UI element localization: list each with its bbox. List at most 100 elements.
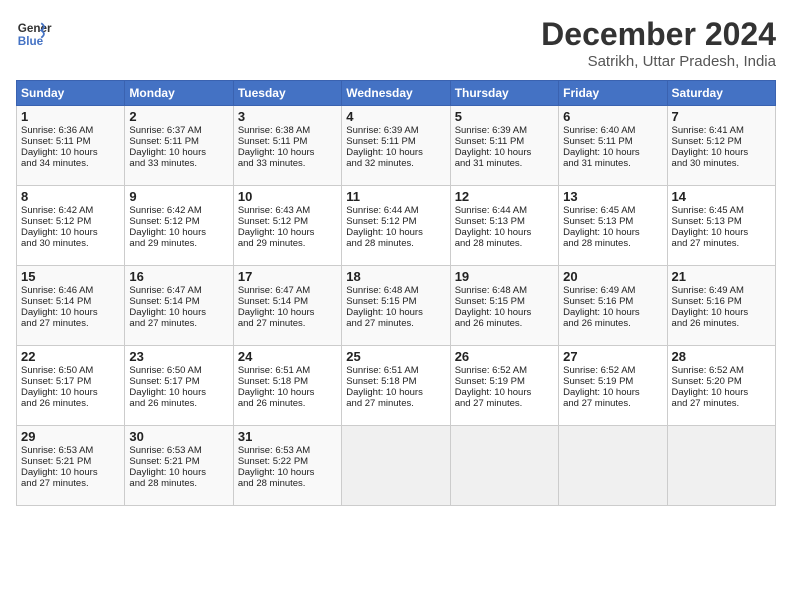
calendar-cell: 23Sunrise: 6:50 AMSunset: 5:17 PMDayligh… — [125, 346, 233, 426]
day-info-line: Sunset: 5:18 PM — [346, 376, 445, 387]
day-info-line: Sunset: 5:18 PM — [238, 376, 337, 387]
calendar-cell: 19Sunrise: 6:48 AMSunset: 5:15 PMDayligh… — [450, 266, 558, 346]
day-info-line: and 29 minutes. — [129, 238, 228, 249]
calendar-cell: 26Sunrise: 6:52 AMSunset: 5:19 PMDayligh… — [450, 346, 558, 426]
day-info-line: Daylight: 10 hours — [455, 387, 554, 398]
day-number: 29 — [21, 429, 120, 444]
day-number: 17 — [238, 269, 337, 284]
day-info-line: Sunrise: 6:53 AM — [129, 445, 228, 456]
day-info-line: Sunrise: 6:42 AM — [129, 205, 228, 216]
day-info-line: Sunset: 5:13 PM — [563, 216, 662, 227]
day-info-line: Daylight: 10 hours — [21, 387, 120, 398]
calendar-cell: 27Sunrise: 6:52 AMSunset: 5:19 PMDayligh… — [559, 346, 667, 426]
day-info-line: and 26 minutes. — [129, 398, 228, 409]
day-info-line: Daylight: 10 hours — [21, 467, 120, 478]
day-info-line: Daylight: 10 hours — [672, 387, 771, 398]
day-info-line: Sunrise: 6:45 AM — [672, 205, 771, 216]
day-info-line: Sunset: 5:11 PM — [563, 136, 662, 147]
day-info-line: Sunrise: 6:49 AM — [672, 285, 771, 296]
day-info-line: Sunrise: 6:48 AM — [346, 285, 445, 296]
day-info-line: Sunrise: 6:47 AM — [238, 285, 337, 296]
day-info-line: Sunset: 5:11 PM — [129, 136, 228, 147]
day-info-line: Sunrise: 6:52 AM — [455, 365, 554, 376]
day-number: 28 — [672, 349, 771, 364]
day-info-line: Sunrise: 6:40 AM — [563, 125, 662, 136]
day-info-line: Sunrise: 6:36 AM — [21, 125, 120, 136]
day-info-line: Sunrise: 6:46 AM — [21, 285, 120, 296]
header: General Blue December 2024 Satrikh, Utta… — [16, 16, 776, 70]
calendar-cell: 8Sunrise: 6:42 AMSunset: 5:12 PMDaylight… — [17, 186, 125, 266]
day-info-line: Sunset: 5:15 PM — [455, 296, 554, 307]
day-number: 25 — [346, 349, 445, 364]
day-info-line: and 27 minutes. — [672, 238, 771, 249]
day-number: 27 — [563, 349, 662, 364]
day-info-line: Sunset: 5:17 PM — [21, 376, 120, 387]
header-cell-monday: Monday — [125, 81, 233, 106]
week-row-5: 29Sunrise: 6:53 AMSunset: 5:21 PMDayligh… — [17, 426, 776, 506]
title-area: December 2024 Satrikh, Uttar Pradesh, In… — [541, 16, 776, 70]
calendar-cell: 6Sunrise: 6:40 AMSunset: 5:11 PMDaylight… — [559, 106, 667, 186]
calendar-cell: 25Sunrise: 6:51 AMSunset: 5:18 PMDayligh… — [342, 346, 450, 426]
day-number: 3 — [238, 109, 337, 124]
day-number: 15 — [21, 269, 120, 284]
day-info-line: and 31 minutes. — [455, 158, 554, 169]
day-info-line: Sunset: 5:11 PM — [346, 136, 445, 147]
day-info-line: Sunset: 5:16 PM — [563, 296, 662, 307]
day-info-line: Sunset: 5:11 PM — [455, 136, 554, 147]
day-info-line: Daylight: 10 hours — [21, 227, 120, 238]
day-info-line: Daylight: 10 hours — [129, 387, 228, 398]
day-info-line: and 26 minutes. — [21, 398, 120, 409]
day-info-line: Sunrise: 6:48 AM — [455, 285, 554, 296]
day-info-line: Daylight: 10 hours — [455, 147, 554, 158]
day-info-line: and 26 minutes. — [238, 398, 337, 409]
day-info-line: Sunrise: 6:47 AM — [129, 285, 228, 296]
header-cell-thursday: Thursday — [450, 81, 558, 106]
day-info-line: Daylight: 10 hours — [129, 227, 228, 238]
day-info-line: Daylight: 10 hours — [672, 307, 771, 318]
calendar-subtitle: Satrikh, Uttar Pradesh, India — [541, 53, 776, 70]
day-number: 4 — [346, 109, 445, 124]
week-row-4: 22Sunrise: 6:50 AMSunset: 5:17 PMDayligh… — [17, 346, 776, 426]
day-info-line: and 31 minutes. — [563, 158, 662, 169]
day-info-line: Sunset: 5:12 PM — [21, 216, 120, 227]
day-info-line: Sunrise: 6:41 AM — [672, 125, 771, 136]
day-info-line: and 28 minutes. — [129, 478, 228, 489]
day-info-line: Sunrise: 6:44 AM — [346, 205, 445, 216]
week-row-1: 1Sunrise: 6:36 AMSunset: 5:11 PMDaylight… — [17, 106, 776, 186]
calendar-cell: 10Sunrise: 6:43 AMSunset: 5:12 PMDayligh… — [233, 186, 341, 266]
calendar-cell — [342, 426, 450, 506]
day-info-line: Sunset: 5:12 PM — [672, 136, 771, 147]
day-info-line: Daylight: 10 hours — [238, 467, 337, 478]
day-info-line: Daylight: 10 hours — [563, 227, 662, 238]
day-info-line: and 26 minutes. — [563, 318, 662, 329]
day-info-line: and 27 minutes. — [21, 478, 120, 489]
header-cell-friday: Friday — [559, 81, 667, 106]
day-number: 19 — [455, 269, 554, 284]
calendar-cell: 3Sunrise: 6:38 AMSunset: 5:11 PMDaylight… — [233, 106, 341, 186]
svg-text:General: General — [18, 22, 52, 35]
day-number: 1 — [21, 109, 120, 124]
day-info-line: Sunset: 5:11 PM — [238, 136, 337, 147]
logo: General Blue — [16, 16, 52, 52]
day-info-line: and 28 minutes. — [346, 238, 445, 249]
calendar-cell — [559, 426, 667, 506]
calendar-cell: 13Sunrise: 6:45 AMSunset: 5:13 PMDayligh… — [559, 186, 667, 266]
day-info-line: and 33 minutes. — [238, 158, 337, 169]
day-info-line: Sunset: 5:12 PM — [238, 216, 337, 227]
day-info-line: Daylight: 10 hours — [563, 307, 662, 318]
day-info-line: Daylight: 10 hours — [346, 307, 445, 318]
day-info-line: Sunrise: 6:39 AM — [455, 125, 554, 136]
day-info-line: Sunset: 5:14 PM — [21, 296, 120, 307]
logo-icon: General Blue — [16, 16, 52, 52]
day-info-line: Sunset: 5:14 PM — [129, 296, 228, 307]
day-number: 24 — [238, 349, 337, 364]
calendar-cell: 29Sunrise: 6:53 AMSunset: 5:21 PMDayligh… — [17, 426, 125, 506]
day-info-line: Sunset: 5:12 PM — [129, 216, 228, 227]
day-info-line: Daylight: 10 hours — [346, 227, 445, 238]
day-info-line: Sunset: 5:13 PM — [672, 216, 771, 227]
day-info-line: Daylight: 10 hours — [129, 467, 228, 478]
week-row-2: 8Sunrise: 6:42 AMSunset: 5:12 PMDaylight… — [17, 186, 776, 266]
day-info-line: Daylight: 10 hours — [238, 307, 337, 318]
calendar-cell: 5Sunrise: 6:39 AMSunset: 5:11 PMDaylight… — [450, 106, 558, 186]
calendar-cell: 28Sunrise: 6:52 AMSunset: 5:20 PMDayligh… — [667, 346, 775, 426]
